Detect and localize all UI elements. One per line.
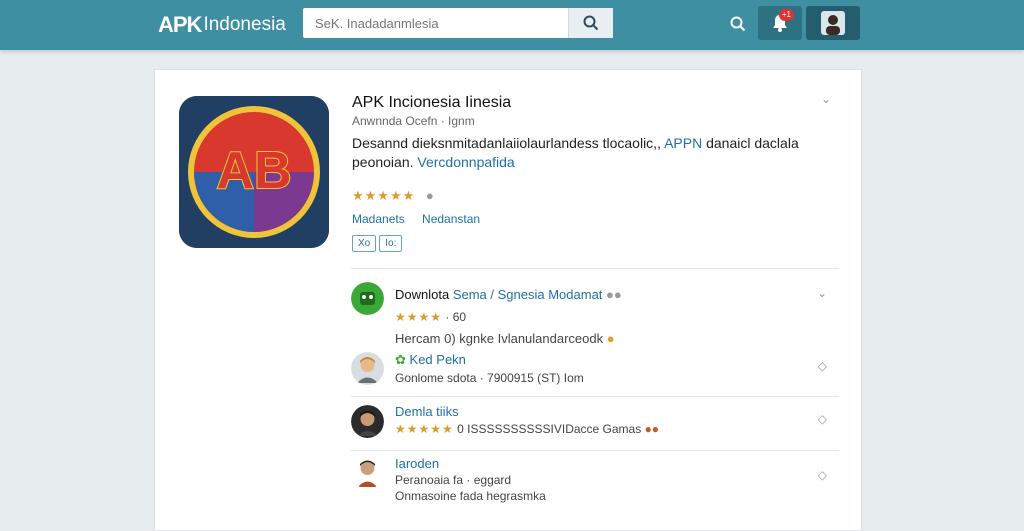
search-icon bbox=[730, 16, 746, 32]
review-author-name[interactable]: Iaroden bbox=[395, 456, 439, 471]
top-bar: APK Indonesia +1 bbox=[0, 0, 1024, 50]
description-text-3: peonoian. bbox=[352, 154, 414, 170]
tag[interactable]: Xo bbox=[352, 235, 377, 252]
logo-text: Indonesia bbox=[203, 14, 286, 35]
search-bar bbox=[303, 8, 613, 38]
review-author-name[interactable]: Downlota bbox=[395, 287, 449, 302]
divider bbox=[351, 268, 839, 269]
review-author: Downlota Sema / Sgnesia Modamat ●● bbox=[395, 287, 622, 302]
app-icon: AB AB bbox=[179, 96, 329, 248]
review-author: Iaroden bbox=[395, 456, 439, 471]
chevron-down-icon[interactable]: ⌄ bbox=[817, 286, 827, 300]
search-input[interactable] bbox=[303, 9, 585, 37]
review-rating-line: ★★★★★ 0 ISSSSSSSSSSIVIDacce Gamas ●● bbox=[395, 422, 659, 436]
tag[interactable]: Io: bbox=[379, 235, 403, 252]
svg-text:AB: AB bbox=[216, 142, 291, 200]
review-text: Hercam 0) kgnke Ivlanulandarceodk ● bbox=[395, 331, 615, 346]
review-author-name[interactable]: Demla tiiks bbox=[395, 404, 459, 419]
user-avatar-button[interactable] bbox=[806, 6, 860, 40]
emoji-icon: ●● bbox=[644, 422, 660, 436]
description-text: Desannd dieksnmitadanlaiiolaurlandess tl… bbox=[352, 135, 661, 151]
notification-badge: +1 bbox=[778, 9, 794, 21]
emoji-icon: ● bbox=[606, 331, 615, 346]
chevron-down-icon[interactable]: ⌄ bbox=[821, 92, 831, 106]
review-extra: · 60 bbox=[445, 310, 467, 324]
app-detail-card: AB AB APK Incionesia Iinesia ⌄ Anwnnda O… bbox=[154, 69, 862, 531]
review-item: Iaroden Peranoaia fa · eggard Onmasoine … bbox=[351, 456, 839, 503]
app-meta: Anwnnda Ocefn · Ignm bbox=[352, 114, 475, 128]
diamond-icon[interactable]: ◇ bbox=[818, 412, 827, 426]
review-author: Demla tiiks bbox=[395, 404, 459, 419]
review-item: Demla tiiks ★★★★★ 0 ISSSSSSSSSSIVIDacce … bbox=[351, 402, 839, 446]
info-icon: ●● bbox=[606, 287, 622, 302]
divider bbox=[351, 450, 839, 451]
search-button[interactable] bbox=[568, 8, 613, 38]
app-title: APK Incionesia Iinesia bbox=[352, 94, 512, 111]
info-icon[interactable]: ● bbox=[426, 188, 434, 203]
search-icon bbox=[583, 15, 599, 31]
header-search-button[interactable] bbox=[728, 14, 748, 34]
site-logo[interactable]: APK Indonesia bbox=[158, 12, 286, 38]
app-description: Desannd dieksnmitadanlaiiolaurlandess tl… bbox=[352, 134, 832, 172]
review-author: ✿ Ked Pekn bbox=[395, 352, 466, 368]
review-meta: 0 ISSSSSSSSSSIVIDacce Gamas bbox=[457, 422, 642, 436]
app-tags: Xo Io: bbox=[352, 235, 403, 252]
review-meta: Peranoaia fa · eggard bbox=[395, 473, 512, 487]
review-author-name[interactable]: Ked Pekn bbox=[410, 352, 466, 367]
review-text-content: Hercam 0) kgnke Ivlanulandarceodk bbox=[395, 331, 604, 346]
review-rating-line: ★★★★ · 60 bbox=[395, 310, 466, 324]
review-stars: ★★★★★ bbox=[395, 422, 454, 436]
review-item: ✿ Ked Pekn Gonlome sdota · 7900915 (ST) … bbox=[351, 350, 839, 394]
avatar-icon bbox=[821, 11, 845, 35]
rating-stars: ★★★★★ bbox=[352, 188, 416, 203]
avatar bbox=[351, 456, 384, 489]
notifications-button[interactable]: +1 bbox=[758, 6, 802, 40]
review-author-sub[interactable]: Sema / Sgnesia Modamat bbox=[453, 287, 603, 302]
divider bbox=[351, 396, 839, 397]
diamond-icon[interactable]: ◇ bbox=[818, 359, 827, 373]
description-link[interactable]: APPN bbox=[664, 135, 702, 151]
app-rating: ★★★★★ ● bbox=[352, 188, 434, 204]
description-link-2[interactable]: Vercdonnpafida bbox=[417, 154, 514, 170]
diamond-icon[interactable]: ◇ bbox=[818, 468, 827, 482]
leaf-icon: ✿ bbox=[395, 352, 406, 367]
app-link-1[interactable]: Madanets bbox=[352, 212, 405, 226]
app-links: Madanets Nedanstan bbox=[352, 212, 480, 226]
review-meta: Gonlome sdota · 7900915 (ST) Iom bbox=[395, 371, 584, 385]
avatar bbox=[351, 352, 384, 385]
app-link-2[interactable]: Nedanstan bbox=[422, 212, 480, 226]
description-text-2: danaicl daclala bbox=[706, 135, 799, 151]
android-app-icon bbox=[351, 282, 384, 315]
review-item: Downlota Sema / Sgnesia Modamat ●● ★★★★ … bbox=[351, 280, 839, 350]
avatar bbox=[351, 405, 384, 438]
review-text: Onmasoine fada hegrasmka bbox=[395, 489, 546, 503]
logo-mark: APK bbox=[158, 12, 202, 37]
review-stars: ★★★★ bbox=[395, 310, 443, 324]
